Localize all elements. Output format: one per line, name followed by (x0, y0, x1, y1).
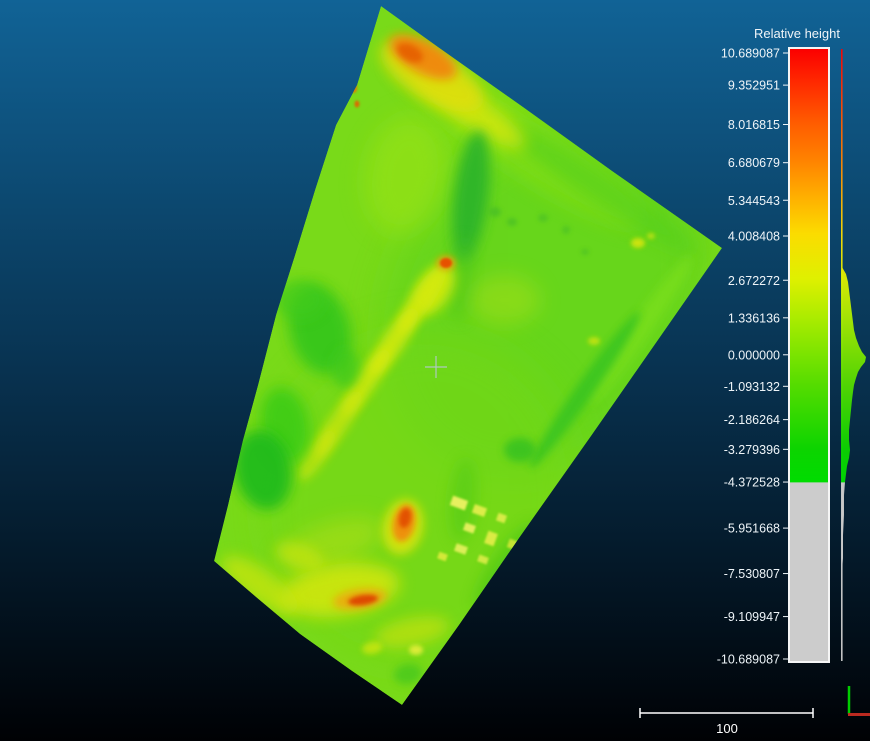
colorbar-title: Relative height (754, 26, 840, 41)
colorbar-tick-label: -5.951668 (724, 522, 780, 536)
colorbar-tick-label: 5.344543 (728, 194, 780, 208)
map-feature (355, 101, 360, 108)
map-feature (562, 226, 570, 234)
colorbar-tick-label: -4.372528 (724, 476, 780, 490)
colorbar-tick-label: -1.093132 (724, 380, 780, 394)
colorbar-ramp[interactable] (790, 49, 828, 661)
viewer-window: 10.689087 9.352951 8.016815 6.680679 5.34454… (0, 0, 870, 741)
colorbar-tick-label: 0.000000 (728, 348, 780, 362)
map-feature (440, 258, 452, 268)
map-feature (581, 249, 589, 255)
colorbar-tick-label: 6.680679 (728, 156, 780, 170)
map-feature (409, 645, 423, 655)
map-feature (489, 207, 501, 217)
map-feature (538, 214, 548, 222)
map-feature (507, 218, 517, 226)
map-feature (331, 348, 359, 388)
map-feature (504, 438, 536, 462)
map-feature (631, 238, 645, 248)
map-feature (470, 275, 540, 325)
render-viewport-3d[interactable]: 10.689087 9.352951 8.016815 6.680679 5.34454… (0, 0, 870, 741)
scale-bar-label: 100 (716, 721, 738, 736)
colorbar-tick-label: 8.016815 (728, 118, 780, 132)
colorbar-tick-label: 9.352951 (728, 79, 780, 93)
map-feature (588, 337, 600, 345)
colorbar-tick-label: -3.279396 (724, 443, 780, 457)
colorbar-tick-label: 2.672272 (728, 274, 780, 288)
colorbar-tick-label: 4.008408 (728, 230, 780, 244)
colorbar-tick-label: -9.109947 (724, 610, 780, 624)
colorbar-tick-label: -2.186264 (724, 413, 780, 427)
colorbar-tick-label: 10.689087 (721, 47, 780, 61)
colorbar-tick-label: -10.689087 (717, 653, 780, 667)
colorbar-tick-label: 1.336136 (728, 311, 780, 325)
map-feature (647, 233, 655, 239)
colorbar-tick-label: -7.530807 (724, 567, 780, 581)
